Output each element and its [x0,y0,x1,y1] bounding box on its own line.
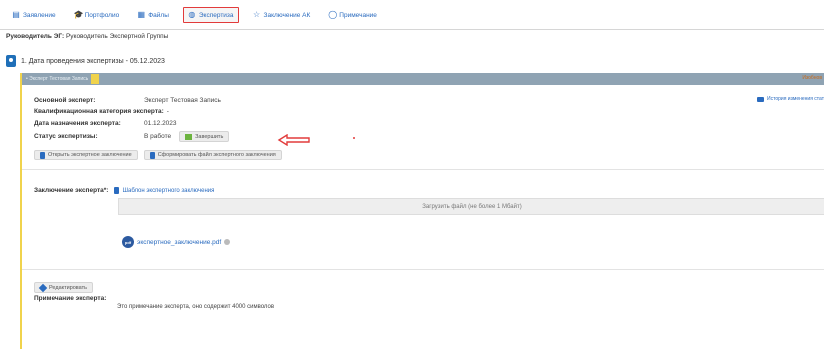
info-icon[interactable] [224,239,231,245]
open-conclusion-button[interactable]: Открыть экспертное заключение [34,150,138,160]
files-icon: ▦ [137,10,145,19]
tab-label: Экспертиза [198,11,234,19]
attached-file-name: экспертное_заключение.pdf [137,238,222,246]
field-label: Статус экспертизы: [34,133,98,140]
field-label: Дата назначения эксперта: [34,120,121,127]
tab-label: Заключение АК [263,11,311,19]
expert-marker-icon [91,74,100,84]
document-icon [114,187,120,194]
history-icon [757,96,765,102]
upload-file-label: Загрузить файл (не более 1 Мбайт) [422,203,522,210]
field-value: Эксперт Тестовая Запись [144,97,221,104]
group-leader-value: Руководитель Экспертной Группы [65,33,169,40]
expert-card: • Эксперт Тестовая Запись Изобнов Истори… [20,73,824,349]
field-main-expert: Основной эксперт: Эксперт Тестовая Запис… [34,97,221,104]
status-history-label: История изменения стат [767,96,824,102]
tab-bar-divider [0,29,824,30]
bookmark-icon [6,55,16,67]
edit-button[interactable]: Редактировать [34,282,93,293]
tab-label: Файлы [148,11,169,19]
expertise-date-title: 1. Дата проведения экспертизы - 05.12.20… [21,57,165,65]
divider [22,269,824,270]
edit-button-label: Редактировать [49,284,87,291]
expertise-section-header: 1. Дата проведения экспертизы - 05.12.20… [6,55,165,67]
finish-button-label: Завершить [195,133,224,140]
graduation-cap-icon: 🎓 [73,10,84,19]
status-history-link[interactable]: История изменения стат [757,96,824,102]
flag-icon [185,133,193,140]
attached-file[interactable]: pdf экспертное_заключение.pdf [122,236,231,248]
tab-zaklyuchenie-ak[interactable]: ☆ Заключение АК [249,7,315,23]
field-status: Статус экспертизы: В работе Завершить [34,131,230,142]
field-qualification: Квалификационная категория эксперта: - [34,108,169,115]
open-conclusion-label: Открыть экспертное заключение [48,152,132,158]
globe-icon: ◍ [188,10,196,19]
tab-label: Заявление [23,11,56,19]
status-value: В работе [144,133,172,140]
expert-note-label: Примечание эксперта: [34,295,107,302]
document-icon [40,151,45,159]
field-value: - [166,108,169,115]
pdf-icon-text: pdf [124,239,132,245]
tab-bar: ▤ Заявление 🎓 Портфолио ▦ Файлы ◍ Экспер… [0,0,824,30]
tab-expertiza[interactable]: ◍ Экспертиза [182,7,239,23]
tab-zayavlenie[interactable]: ▤ Заявление [8,7,60,23]
group-leader: Руководитель ЭГ: Руководитель Экспертной… [6,33,168,40]
divider [22,169,824,170]
upload-file-button[interactable]: Загрузить файл (не более 1 Мбайт) [118,198,824,215]
tab-label: Примечание [339,11,377,19]
generate-conclusion-button[interactable]: Сформировать файл экспертного заключения [143,150,282,160]
red-arrow-annotation [277,134,310,146]
pencil-icon [38,283,48,292]
expert-card-header-label: • Эксперт Тестовая Запись [26,76,89,82]
field-label: Основной эксперт: [34,97,96,104]
document-icon [149,151,155,159]
field-assignment-date: Дата назначения эксперта: 01.12.2023 [34,120,177,127]
expert-card-header-right: Изобнов [802,75,822,81]
conclusion-label: Заключение эксперта*: [34,187,109,194]
comment-icon: ◯ [328,10,338,19]
tab-portfolio[interactable]: 🎓 Портфолио [70,7,124,23]
star-icon: ☆ [252,10,261,19]
template-link[interactable]: Шаблон экспертного заключения [114,187,214,194]
template-link-label: Шаблон экспертного заключения [122,187,215,194]
expert-note-row: Примечание эксперта: [34,295,106,302]
tab-label: Портфолио [84,11,120,19]
expert-note-text: Это примечание эксперта, оно содержит 40… [117,304,275,310]
tab-files[interactable]: ▦ Файлы [133,7,173,23]
expert-card-header[interactable]: • Эксперт Тестовая Запись Изобнов [22,73,824,85]
conclusion-row: Заключение эксперта*: Шаблон экспертного… [34,187,214,194]
red-dot-mark [353,137,355,139]
pdf-icon: pdf [122,236,134,248]
group-leader-label: Руководитель ЭГ: [6,33,65,40]
field-value: 01.12.2023 [144,120,177,127]
tab-primechanie[interactable]: ◯ Примечание [324,7,381,23]
generate-conclusion-label: Сформировать файл экспертного заключения [157,152,276,158]
finish-button[interactable]: Завершить [179,131,230,142]
document-icon: ▤ [12,10,20,19]
field-label: Квалификационная категория эксперта: [34,108,164,115]
conclusion-actions: Открыть экспертное заключение Сформирова… [34,150,282,160]
